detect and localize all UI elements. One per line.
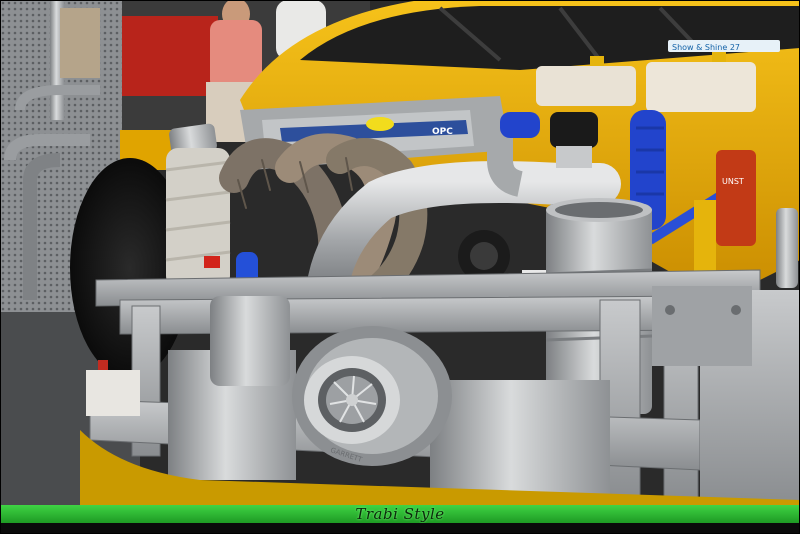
watermark-logo: Trabi Style — [355, 505, 445, 523]
red-wall-panel — [118, 16, 218, 96]
reservoir-right — [646, 62, 756, 112]
red-an-fitting — [204, 256, 220, 268]
valve-cover-label: OPC — [432, 127, 453, 137]
catch-can — [716, 150, 756, 246]
turbocharger: GARRETT — [292, 326, 452, 466]
blue-hose-top — [500, 112, 540, 138]
reservoir-left — [536, 66, 636, 106]
engine-bay-illustration: Show & Shine 27 OPC UNST GARRETT — [0, 0, 800, 534]
battery-box — [86, 370, 140, 416]
bottom-border — [0, 523, 800, 534]
engine-photo: Show & Shine 27 OPC UNST GARRETT Trabi S… — [0, 0, 800, 534]
blow-off-valve — [550, 112, 598, 148]
oil-cap — [366, 117, 394, 131]
center-alu-box — [430, 380, 610, 500]
sticker-text: Show & Shine 27 — [672, 43, 740, 52]
catch-can-label: UNST — [722, 177, 744, 186]
bracket-plate — [652, 286, 752, 366]
person-pink-top — [210, 20, 262, 90]
